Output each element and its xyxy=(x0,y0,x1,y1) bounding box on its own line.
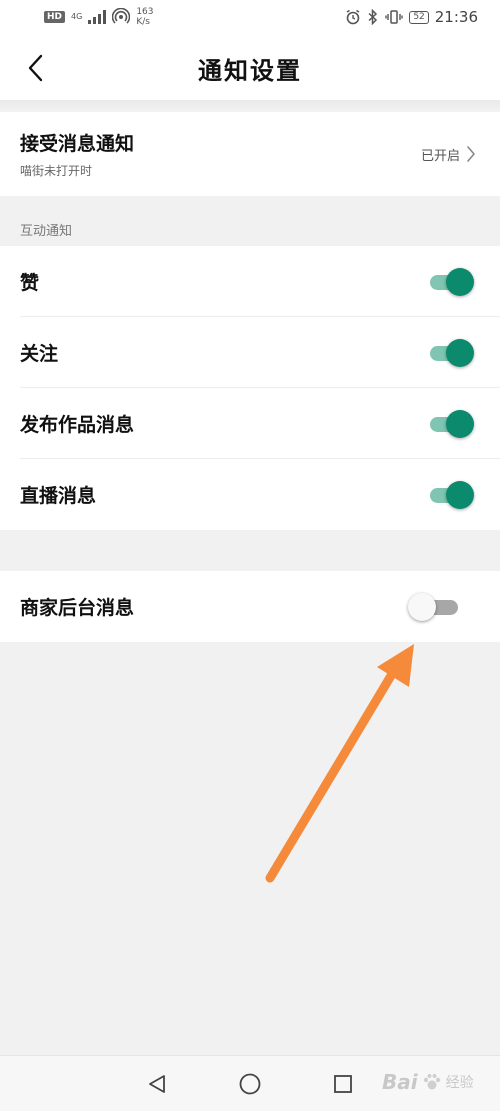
signal-icon xyxy=(88,10,107,24)
setting-row-like: 赞 xyxy=(0,246,500,317)
setting-row-follow: 关注 xyxy=(0,317,500,388)
network-type: 4G xyxy=(71,12,83,21)
nav-back-button[interactable] xyxy=(142,1069,172,1099)
receive-notifications-row[interactable]: 接受消息通知 喵街未打开时 已开启 xyxy=(0,112,500,196)
nav-home-button[interactable] xyxy=(235,1069,265,1099)
section-label-interaction: 互动通知 xyxy=(20,224,73,239)
clock: 21:36 xyxy=(434,8,478,26)
watermark-sub: 经验 xyxy=(445,1075,474,1091)
setting-label: 商家后台消息 xyxy=(20,597,135,619)
bluetooth-icon xyxy=(368,9,378,25)
alarm-icon xyxy=(346,9,360,25)
app-header: 通知设置 xyxy=(0,34,500,102)
status-bar-left: HD 4G 163 K/s xyxy=(44,7,154,27)
network-speed-unit: K/s xyxy=(136,17,150,27)
publish-toggle[interactable] xyxy=(428,409,476,439)
square-recents-icon xyxy=(334,1074,353,1093)
setting-row-live: 直播消息 xyxy=(0,459,500,530)
receive-notifications-status-text: 已开启 xyxy=(420,148,460,164)
triangle-back-icon xyxy=(148,1074,165,1093)
setting-label: 赞 xyxy=(20,272,40,294)
receive-notifications-status: 已开启 xyxy=(421,145,476,164)
like-toggle[interactable] xyxy=(428,267,476,297)
toggle-knob xyxy=(446,409,474,438)
watermark-brand: Bai xyxy=(382,1070,418,1094)
network-speed-value: 163 xyxy=(136,7,154,17)
merchant-toggle[interactable] xyxy=(408,592,464,622)
receive-notifications-text: 接受消息通知 喵街未打开时 xyxy=(20,129,134,179)
status-bar: HD 4G 163 K/s 52 21:36 xyxy=(0,0,500,34)
toggle-knob xyxy=(446,267,474,296)
vibrate-icon xyxy=(385,10,404,24)
setting-row-merchant: 商家后台消息 xyxy=(0,571,500,642)
hotspot-icon xyxy=(112,8,131,24)
live-toggle[interactable] xyxy=(428,480,476,510)
toggle-knob xyxy=(446,338,474,367)
hd-badge: HD xyxy=(44,11,66,23)
status-bar-right: 52 21:36 xyxy=(345,8,478,26)
page-title: 通知设置 xyxy=(198,56,302,85)
chevron-right-icon xyxy=(467,146,475,162)
network-speed: 163 K/s xyxy=(136,7,153,27)
back-button[interactable] xyxy=(20,52,52,84)
chevron-left-icon xyxy=(28,54,43,82)
follow-toggle[interactable] xyxy=(428,338,476,368)
battery-icon: 52 xyxy=(409,10,429,24)
header-divider xyxy=(0,100,500,112)
circle-home-icon xyxy=(239,1073,261,1094)
toggle-knob xyxy=(408,592,436,621)
setting-label: 发布作品消息 xyxy=(20,414,135,436)
nav-recents-button[interactable] xyxy=(328,1069,358,1099)
baidu-watermark: Bai 经验 xyxy=(382,1058,494,1106)
receive-notifications-label: 接受消息通知 xyxy=(20,133,135,155)
toggle-knob xyxy=(446,480,474,509)
setting-row-publish: 发布作品消息 xyxy=(0,388,500,459)
setting-label: 关注 xyxy=(20,343,59,365)
receive-notifications-subtitle: 喵街未打开时 xyxy=(20,164,93,178)
paw-icon xyxy=(423,1074,440,1090)
setting-label: 直播消息 xyxy=(20,485,97,507)
